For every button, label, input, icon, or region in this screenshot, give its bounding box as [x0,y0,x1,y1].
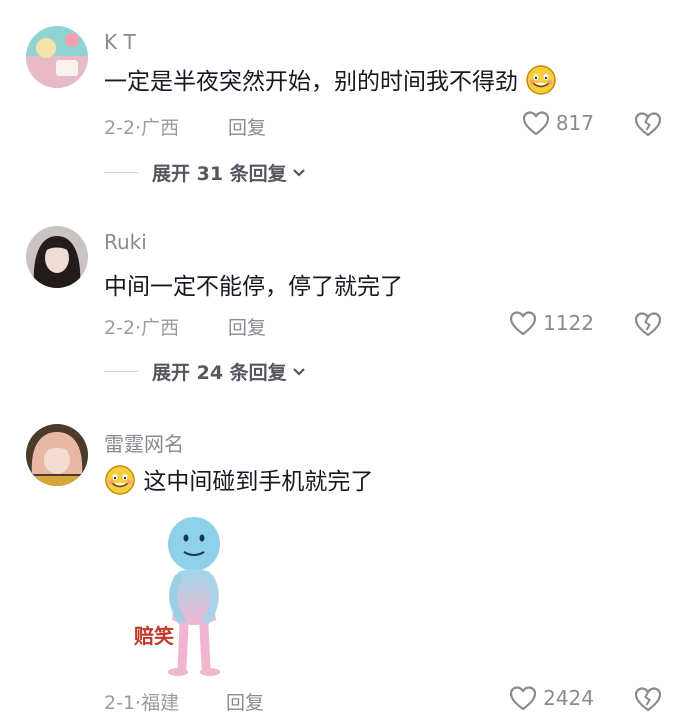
dislike-button[interactable] [634,311,662,341]
heart-icon [522,111,549,136]
comment-date: 2-1 [104,692,136,714]
divider-line [104,172,138,173]
comment-date: 2-2 [104,117,136,139]
reply-button[interactable]: 回复 [228,313,266,340]
avatar[interactable] [26,226,88,288]
comment-username[interactable]: 雷霆网名 [104,428,184,457]
comment-username[interactable]: K T [104,30,136,54]
like-button[interactable]: 2424 [509,685,594,711]
smile-emoji-icon [525,64,557,102]
like-count: 1122 [543,311,594,335]
like-button[interactable]: 1122 [509,310,594,336]
comment-text: 这中间碰到手机就完了 [104,462,373,502]
expand-replies-button[interactable]: 展开 31 条回复 [104,159,307,186]
expand-replies-button[interactable]: 展开 24 条回复 [104,358,307,385]
reply-button[interactable]: 回复 [228,113,266,140]
comment-body: 这中间碰到手机就完了 [143,469,374,495]
comment-text: 中间一定不能停，停了就完了 [104,274,403,300]
comment-location: 广西 [141,117,180,139]
expand-replies-label: 展开 24 条回复 [152,362,287,384]
smile-emoji-icon [104,464,136,502]
broken-heart-icon [634,687,662,712]
expand-replies-label: 展开 31 条回复 [152,163,287,185]
heart-icon [509,686,537,711]
reply-button[interactable]: 回复 [226,688,264,715]
avatar[interactable] [26,26,88,88]
comment-date: 2-2 [104,317,136,339]
comment-username[interactable]: Ruki [104,230,147,254]
sticker-image[interactable]: 赔笑 [128,508,260,684]
comment-body: 一定是半夜突然开始，别的时间我不得劲 [104,69,518,95]
comment-location: 广西 [141,317,180,339]
sticker-caption: 赔笑 [134,624,174,648]
broken-heart-icon [634,312,662,337]
comment-meta: 2-2·广西 [104,117,180,139]
comment-item: 雷霆网名 这中间碰到手机就完了 赔笑 2-1·福建 回复 2424 [0,400,690,718]
comment-meta: 2-2·广西 [104,317,180,339]
like-count: 817 [555,111,594,135]
dislike-button[interactable] [634,111,662,141]
comment-meta: 2-1·福建 [104,692,180,714]
chevron-down-icon [292,168,305,177]
divider-line [104,371,138,372]
avatar[interactable] [26,424,88,486]
comment-item: K T 一定是半夜突然开始，别的时间我不得劲 2-2·广西 回复 817 展开 … [0,0,690,200]
comment-location: 福建 [141,692,180,714]
dislike-button[interactable] [634,686,662,716]
like-button[interactable]: 817 [522,110,594,136]
comment-text: 一定是半夜突然开始，别的时间我不得劲 [104,62,557,102]
chevron-down-icon [292,367,305,376]
heart-icon [509,311,537,336]
broken-heart-icon [634,112,662,137]
like-count: 2424 [543,686,594,710]
comment-item: Ruki 中间一定不能停，停了就完了 2-2·广西 回复 1122 展开 24 … [0,200,690,400]
